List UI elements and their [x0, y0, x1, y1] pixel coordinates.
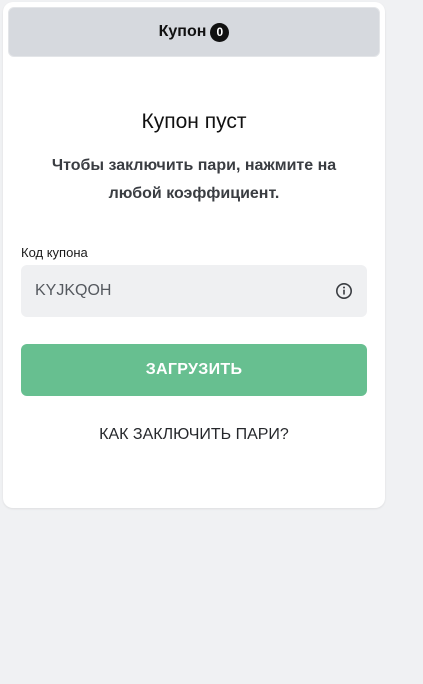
tab-coupon[interactable]: Купон 0: [8, 7, 380, 57]
info-icon[interactable]: [335, 282, 353, 300]
empty-coupon-title: Купон пуст: [141, 110, 247, 133]
coupon-code-label: Код купона: [21, 245, 88, 260]
coupon-count-badge: 0: [210, 22, 230, 42]
empty-coupon-text: Чтобы заключить пари, нажмите на любой к…: [51, 157, 337, 202]
how-to-bet-link[interactable]: КАК ЗАКЛЮЧИТЬ ПАРИ?: [3, 426, 385, 444]
coupon-panel: Купон 0 Купон пуст Чтобы заключить пари,…: [3, 2, 385, 508]
load-coupon-button[interactable]: ЗАГРУЗИТЬ: [21, 344, 367, 396]
coupon-code-input[interactable]: [35, 282, 335, 300]
tab-coupon-label: Купон: [158, 23, 207, 40]
coupon-code-field[interactable]: [21, 265, 367, 317]
